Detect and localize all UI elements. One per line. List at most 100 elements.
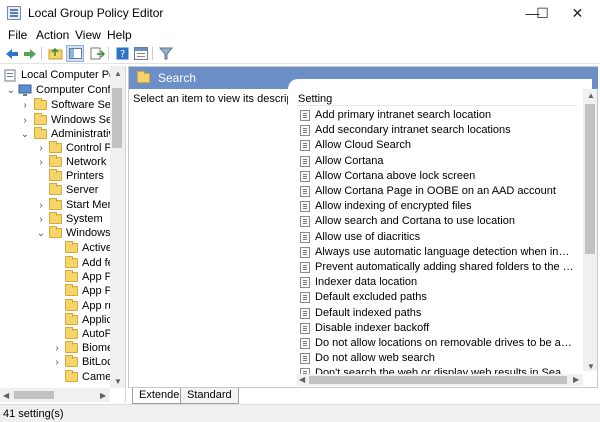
forward-arrow-icon[interactable] (21, 45, 39, 62)
policy-setting-icon (300, 353, 310, 364)
expanded-chevron-icon[interactable]: ⌄ (6, 83, 16, 98)
setting-row[interactable]: Allow Cortana Page in OOBE on an AAD acc… (315, 184, 574, 199)
view-tabs: Extended Standard (128, 388, 598, 404)
tab-standard[interactable]: Standard (180, 388, 239, 404)
scroll-down-arrow-icon[interactable]: ▼ (114, 377, 122, 386)
setting-row[interactable]: Default excluded paths (315, 290, 574, 305)
policy-icon (4, 69, 16, 82)
close-button[interactable]: ✕ (555, 0, 600, 26)
collapsed-chevron-icon[interactable]: › (36, 212, 46, 227)
scroll-down-arrow-icon[interactable]: ▼ (587, 362, 595, 371)
setting-row[interactable]: Indexer data location (315, 275, 574, 290)
scroll-right-arrow-icon[interactable]: ▶ (100, 391, 106, 400)
policy-setting-icon (300, 323, 310, 334)
folder-icon (65, 284, 78, 296)
collapsed-chevron-icon[interactable]: › (36, 155, 46, 170)
filter-icon[interactable] (157, 45, 175, 62)
policy-setting-icon (300, 171, 310, 182)
scroll-up-arrow-icon[interactable]: ▲ (114, 69, 122, 78)
menu-view[interactable]: View (75, 28, 101, 42)
help-icon[interactable]: ? (113, 45, 131, 62)
folder-icon (65, 241, 78, 253)
toolbar-separator (41, 47, 42, 60)
folder-icon (65, 313, 78, 325)
description-text: Select an item to view its description. (133, 93, 314, 105)
folder-icon (49, 198, 62, 210)
setting-row[interactable]: Do not allow web search (315, 351, 574, 366)
scroll-left-arrow-icon[interactable]: ◀ (299, 375, 305, 384)
setting-row[interactable]: Allow Cortana above lock screen (315, 169, 574, 184)
setting-row[interactable]: Allow Cortana (315, 154, 574, 169)
scroll-up-arrow-icon[interactable]: ▲ (587, 91, 595, 100)
back-arrow-icon[interactable] (3, 45, 21, 62)
setting-row[interactable]: Always use automatic language detection … (315, 245, 574, 260)
tree-label: Server (66, 184, 99, 196)
tree-scroll-thumb[interactable] (112, 88, 122, 148)
column-header-divider (297, 105, 577, 106)
collapsed-chevron-icon[interactable]: › (20, 98, 30, 113)
scroll-left-arrow-icon[interactable]: ◀ (3, 391, 9, 400)
policy-setting-icon (300, 292, 310, 303)
policy-setting-icon (300, 140, 310, 151)
description-panel (130, 89, 290, 385)
setting-row[interactable]: Add secondary intranet search locations (315, 123, 574, 138)
setting-row[interactable]: Allow use of diacritics (315, 230, 574, 245)
folder-icon (49, 141, 62, 153)
expanded-chevron-icon[interactable]: ⌄ (20, 127, 30, 142)
collapsed-chevron-icon[interactable]: › (36, 141, 46, 156)
tree-label: Printers (66, 170, 104, 182)
tree-label: Network (66, 156, 107, 168)
show-hide-tree-icon[interactable] (66, 45, 84, 62)
collapsed-chevron-icon[interactable]: › (36, 198, 46, 213)
column-header-setting[interactable]: Setting (298, 93, 332, 105)
scroll-right-arrow-icon[interactable]: ▶ (573, 375, 579, 384)
collapsed-chevron-icon[interactable]: › (52, 341, 62, 356)
setting-row[interactable]: Disable indexer backoff (315, 321, 574, 336)
toolbar-separator (108, 47, 109, 60)
collapsed-chevron-icon[interactable]: › (20, 113, 30, 128)
up-folder-icon[interactable] (46, 45, 64, 62)
setting-row[interactable]: Add primary intranet search location (315, 108, 574, 123)
navigation-tree: Local Computer Policy ⌄ Computer Configu… (0, 66, 126, 402)
folder-icon (49, 169, 62, 181)
properties-icon[interactable] (132, 45, 150, 62)
menu-file[interactable]: File (8, 28, 27, 42)
folder-icon (49, 226, 62, 238)
folder-icon (34, 127, 47, 139)
toolbar-separator (152, 47, 153, 60)
setting-row[interactable]: Default indexed paths (315, 306, 574, 321)
policy-setting-icon (300, 277, 310, 288)
policy-setting-icon (300, 186, 310, 197)
policy-setting-icon (300, 262, 310, 273)
tree-label: System (66, 213, 103, 225)
folder-icon (137, 71, 150, 83)
toolbar: ? (0, 44, 600, 64)
expanded-chevron-icon[interactable]: ⌄ (36, 226, 46, 241)
settings-scroll-thumb[interactable] (585, 104, 595, 254)
status-bar: 41 setting(s) (0, 404, 600, 422)
folder-icon (34, 98, 47, 110)
policy-setting-icon (300, 201, 310, 212)
menu-help[interactable]: Help (107, 28, 132, 42)
setting-row[interactable]: Prevent automatically adding shared fold… (315, 260, 574, 275)
tree-hscroll-thumb[interactable] (14, 391, 54, 399)
setting-row[interactable]: Allow Cloud Search (315, 138, 574, 153)
policy-setting-icon (300, 216, 310, 227)
menu-action[interactable]: Action (36, 28, 69, 42)
collapsed-chevron-icon[interactable]: › (52, 355, 62, 370)
details-header-title: Search (158, 71, 197, 85)
policy-setting-icon (300, 110, 310, 121)
policy-setting-icon (300, 156, 310, 167)
export-list-icon[interactable] (88, 45, 106, 62)
folder-icon (49, 155, 62, 167)
folder-icon (65, 256, 78, 268)
folder-icon (65, 341, 78, 353)
setting-row[interactable]: Allow search and Cortana to use location (315, 214, 574, 229)
setting-row[interactable]: Do not allow locations on removable driv… (315, 336, 574, 351)
setting-row[interactable]: Allow indexing of encrypted files (315, 199, 574, 214)
folder-icon (65, 327, 78, 339)
folder-icon (49, 212, 62, 224)
title-bar: Local Group Policy Editor — ☐ ✕ (0, 0, 600, 26)
settings-hscroll-thumb[interactable] (309, 376, 567, 384)
policy-setting-icon (300, 338, 310, 349)
